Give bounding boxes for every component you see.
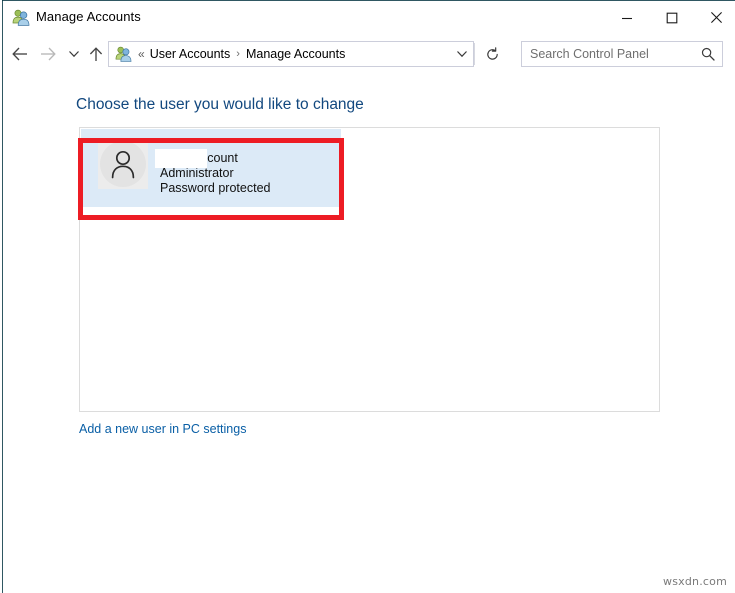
user-role: Administrator bbox=[160, 166, 234, 180]
back-arrow-icon bbox=[12, 47, 27, 61]
window-title: Manage Accounts bbox=[36, 9, 141, 24]
refresh-icon bbox=[486, 46, 498, 60]
breadcrumb-separator-icon[interactable]: › bbox=[236, 48, 240, 60]
avatar-circle bbox=[100, 141, 146, 187]
minimize-button[interactable] bbox=[604, 2, 650, 33]
refresh-button[interactable] bbox=[479, 42, 505, 66]
avatar bbox=[98, 139, 148, 189]
watermark: wsxdn.com bbox=[663, 575, 727, 588]
title-bar: Manage Accounts bbox=[3, 1, 735, 33]
close-icon bbox=[710, 12, 722, 23]
chevron-down-icon bbox=[457, 51, 467, 58]
page-title: Choose the user you would like to change bbox=[76, 96, 364, 113]
user-account-list: Local Account Administrator Password pro… bbox=[79, 127, 660, 412]
up-one-level-button[interactable] bbox=[84, 42, 108, 66]
recent-locations-button[interactable] bbox=[62, 42, 86, 66]
manage-accounts-window: Manage Accounts « User Accounts › Manage… bbox=[0, 0, 735, 593]
user-password-status: Password protected bbox=[160, 181, 271, 195]
add-new-user-link[interactable]: Add a new user in PC settings bbox=[79, 422, 246, 436]
maximize-button[interactable] bbox=[649, 2, 695, 33]
breadcrumb-item-manage-accounts[interactable]: Manage Accounts bbox=[246, 47, 345, 61]
forward-button bbox=[36, 42, 60, 66]
up-arrow-icon bbox=[89, 46, 103, 61]
search-icon[interactable] bbox=[701, 47, 715, 61]
back-button[interactable] bbox=[8, 42, 32, 66]
breadcrumb-item-user-accounts[interactable]: User Accounts bbox=[150, 47, 231, 61]
user-account-tile[interactable]: Local Account Administrator Password pro… bbox=[81, 129, 341, 207]
minimize-icon bbox=[622, 17, 632, 19]
forward-arrow-icon bbox=[41, 47, 56, 61]
user-accounts-icon bbox=[12, 9, 30, 26]
user-accounts-icon bbox=[115, 46, 132, 62]
maximize-icon bbox=[666, 12, 678, 23]
username-redaction-box bbox=[155, 149, 207, 168]
chevron-down-icon bbox=[69, 51, 79, 58]
person-silhouette-icon bbox=[111, 150, 135, 179]
search-box[interactable] bbox=[521, 41, 723, 67]
content-area: Choose the user you would like to change… bbox=[3, 76, 735, 592]
breadcrumb-overflow-icon[interactable]: « bbox=[138, 48, 145, 60]
address-bar[interactable]: « User Accounts › Manage Accounts bbox=[108, 41, 474, 67]
address-bar-divider bbox=[474, 43, 475, 65]
address-dropdown-button[interactable] bbox=[450, 42, 474, 66]
close-button[interactable] bbox=[693, 2, 735, 33]
search-input[interactable] bbox=[530, 47, 690, 61]
